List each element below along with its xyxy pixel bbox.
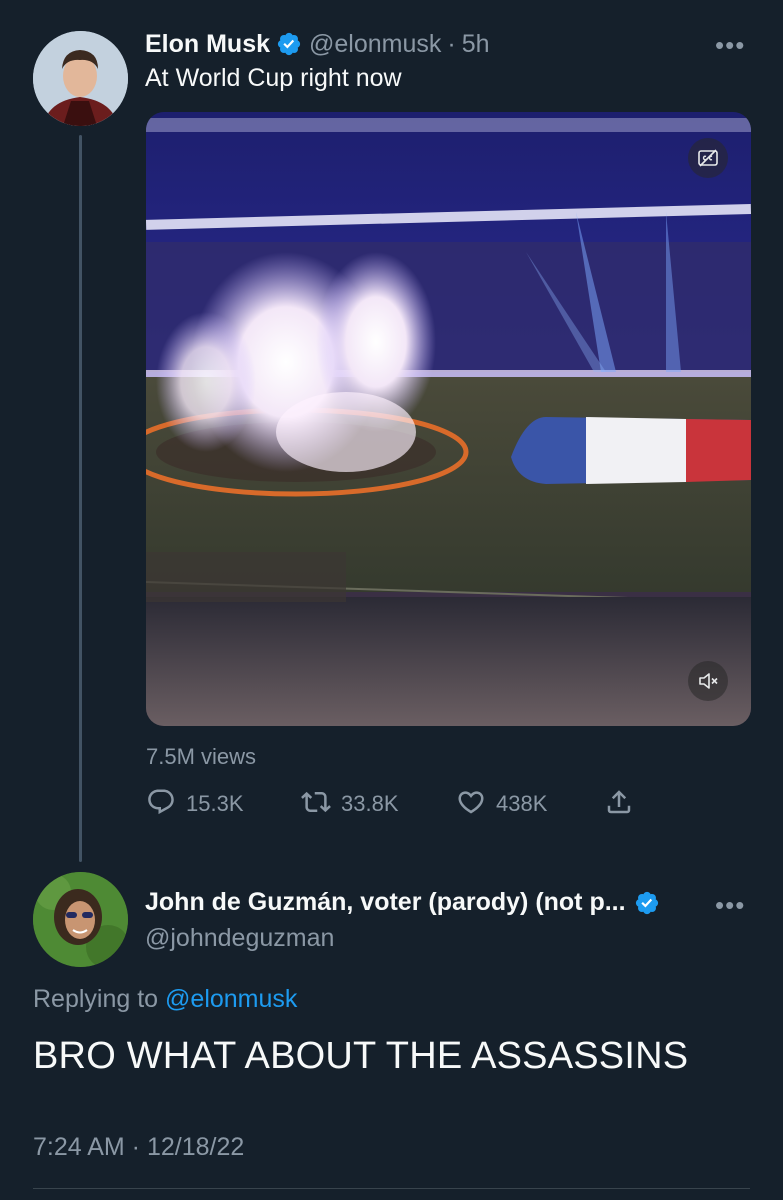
tweet-actions: 15.3K 33.8K 438K	[146, 786, 634, 822]
like-button[interactable]: 438K	[456, 787, 604, 822]
verified-badge-icon	[634, 890, 660, 916]
reply-author-row: John de Guzmán, voter (parody) (not p...	[145, 888, 660, 917]
like-icon	[456, 787, 486, 822]
retweet-button[interactable]: 33.8K	[301, 787, 456, 822]
retweet-count: 33.8K	[341, 791, 399, 816]
author-handle[interactable]: @elonmusk	[309, 30, 441, 59]
tweet-video[interactable]	[146, 112, 751, 726]
replying-to-label: Replying to	[33, 985, 159, 1013]
reply-button[interactable]: 15.3K	[146, 787, 301, 822]
tweet-age[interactable]: 5h	[462, 30, 490, 59]
mute-icon[interactable]	[688, 661, 728, 701]
reply-author-name[interactable]: John de Guzmán, voter (parody) (not p...	[145, 888, 626, 917]
more-icon[interactable]: •••	[715, 30, 745, 61]
closed-captions-icon[interactable]	[688, 138, 728, 178]
divider	[33, 1188, 750, 1189]
avatar-john[interactable]	[33, 872, 128, 967]
reply-timestamp[interactable]: 7:24 AM · 12/18/22	[33, 1133, 244, 1162]
share-icon	[604, 787, 634, 822]
avatar-elon[interactable]	[33, 31, 128, 126]
retweet-icon	[301, 787, 331, 822]
verified-badge-icon	[276, 31, 302, 57]
replying-to: Replying to @elonmusk	[33, 985, 297, 1014]
thread-connector-line	[79, 135, 82, 862]
reply-author-handle[interactable]: @johndeguzman	[145, 924, 334, 953]
author-name[interactable]: Elon Musk	[145, 30, 270, 59]
tweet-header: Elon Musk @elonmusk · 5h	[145, 28, 490, 60]
reply-text: BRO WHAT ABOUT THE ASSASSINS	[33, 1035, 689, 1077]
time-separator: ·	[447, 29, 456, 58]
share-button[interactable]	[604, 787, 634, 822]
tweet-text: At World Cup right now	[145, 64, 402, 92]
like-count: 438K	[496, 791, 548, 816]
reply-icon	[146, 787, 176, 822]
reply-count: 15.3K	[186, 791, 244, 816]
view-count: 7.5M views	[146, 744, 257, 769]
more-icon[interactable]: •••	[715, 890, 745, 921]
replying-to-handle-link[interactable]: @elonmusk	[165, 985, 297, 1013]
